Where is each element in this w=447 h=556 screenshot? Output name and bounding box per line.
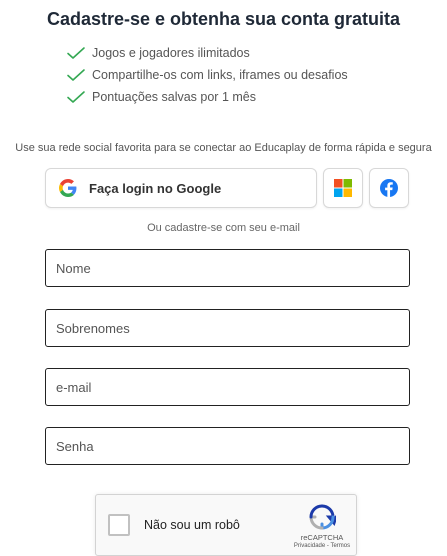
signup-page: Cadastre-se e obtenha sua conta gratuita…	[0, 0, 447, 556]
benefits-list: Jogos e jogadores ilimitados Compartilhe…	[66, 42, 348, 108]
social-login-hint: Use sua rede social favorita para se con…	[15, 142, 432, 154]
google-login-label: Faça login no Google	[89, 180, 222, 196]
recaptcha-privacy-terms[interactable]: Privacidade - Termos	[286, 543, 358, 549]
benefit-label: Compartilhe-os com links, iframes ou des…	[92, 68, 348, 82]
recaptcha-label: Não sou um robô	[144, 518, 240, 532]
recaptcha-brand: reCAPTCHA	[300, 533, 344, 542]
recaptcha-widget: Não sou um robô reCAPTCHA Privacidade - …	[95, 494, 357, 556]
recaptcha-checkbox[interactable]	[108, 514, 130, 536]
benefit-label: Pontuações salvas por 1 mês	[92, 90, 256, 104]
microsoft-icon	[334, 179, 352, 197]
surname-input[interactable]	[45, 309, 410, 347]
facebook-login-button[interactable]	[369, 168, 409, 208]
benefit-item: Jogos e jogadores ilimitados	[66, 42, 348, 64]
benefit-label: Jogos e jogadores ilimitados	[92, 46, 250, 60]
email-input[interactable]	[45, 368, 410, 406]
google-icon	[59, 179, 77, 197]
email-signup-hint: Ou cadastre-se com seu e-mail	[147, 222, 300, 234]
check-icon	[67, 69, 85, 81]
benefit-item: Pontuações salvas por 1 mês	[66, 86, 348, 108]
microsoft-login-button[interactable]	[323, 168, 363, 208]
google-login-button[interactable]: Faça login no Google	[45, 168, 317, 208]
benefit-item: Compartilhe-os com links, iframes ou des…	[66, 64, 348, 86]
check-icon	[67, 91, 85, 103]
recaptcha-icon	[309, 504, 336, 530]
page-title: Cadastre-se e obtenha sua conta gratuita	[46, 9, 401, 29]
facebook-icon	[380, 179, 398, 197]
check-icon	[67, 47, 85, 59]
password-input[interactable]	[45, 427, 410, 465]
name-input[interactable]	[45, 249, 410, 287]
